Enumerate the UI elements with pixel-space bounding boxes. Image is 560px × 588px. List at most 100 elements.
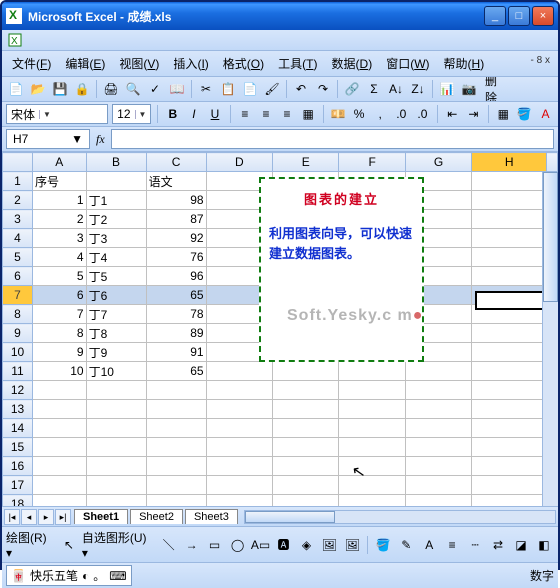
cell[interactable] (206, 305, 272, 324)
cell[interactable] (339, 495, 405, 507)
cell[interactable]: 丁5 (86, 267, 146, 286)
col-header-F[interactable]: F (339, 153, 405, 172)
cell[interactable] (206, 191, 272, 210)
menu-format[interactable]: 格式(O) (217, 53, 270, 74)
save-icon[interactable]: 💾 (50, 79, 70, 99)
fx-icon[interactable]: fx (96, 132, 105, 147)
cell[interactable] (146, 495, 206, 507)
cell[interactable] (339, 210, 405, 229)
menu-file[interactable]: 文件(F) (6, 53, 57, 74)
cell[interactable] (472, 229, 547, 248)
cell[interactable] (405, 210, 471, 229)
cell[interactable] (146, 419, 206, 438)
col-header-C[interactable]: C (146, 153, 206, 172)
cell[interactable]: 76 (146, 248, 206, 267)
cell[interactable]: 2 (33, 210, 87, 229)
cell[interactable]: 92 (146, 229, 206, 248)
cell[interactable]: 4 (33, 248, 87, 267)
cell[interactable]: 丁8 (86, 324, 146, 343)
inc-indent-icon[interactable]: ⇥ (465, 104, 482, 124)
font-color-icon[interactable]: A (537, 104, 554, 124)
table-row[interactable]: 43丁392 (3, 229, 558, 248)
cell[interactable]: 65 (146, 286, 206, 305)
cell[interactable] (405, 343, 471, 362)
ime-keyboard-icon[interactable]: ⌨ (109, 569, 126, 583)
vertical-scrollbar[interactable] (542, 172, 558, 506)
align-center-icon[interactable]: ≡ (257, 104, 274, 124)
redo-icon[interactable]: ↷ (313, 79, 333, 99)
cell[interactable] (272, 400, 338, 419)
cell[interactable] (472, 286, 547, 305)
table-row[interactable]: 98丁889 (3, 324, 558, 343)
cell[interactable] (272, 191, 338, 210)
cell[interactable] (86, 400, 146, 419)
close-button[interactable]: × (532, 6, 554, 26)
font-color2-icon[interactable]: A (419, 535, 439, 555)
cell[interactable] (146, 381, 206, 400)
doc-window-controls[interactable]: - 8 x (527, 53, 554, 74)
line-icon[interactable]: ＼ (159, 535, 179, 555)
delete-button[interactable]: 删除 (481, 79, 509, 99)
cell[interactable] (206, 362, 272, 381)
col-header-A[interactable]: A (33, 153, 87, 172)
table-row[interactable]: 21丁198 (3, 191, 558, 210)
percent-icon[interactable]: % (351, 104, 368, 124)
link-icon[interactable]: 🔗 (342, 79, 362, 99)
cell[interactable] (405, 229, 471, 248)
cell[interactable] (206, 248, 272, 267)
cell[interactable] (272, 381, 338, 400)
dec-indent-icon[interactable]: ⇤ (444, 104, 461, 124)
sort-desc-icon[interactable]: Z↓ (408, 79, 428, 99)
cell[interactable] (272, 438, 338, 457)
cell[interactable] (33, 476, 87, 495)
cell[interactable]: 丁7 (86, 305, 146, 324)
table-row[interactable]: 16 (3, 457, 558, 476)
cell[interactable] (339, 229, 405, 248)
table-row[interactable]: 1序号语文 (3, 172, 558, 191)
cell[interactable] (472, 191, 547, 210)
menu-help[interactable]: 帮助(H) (438, 53, 491, 74)
cell[interactable] (272, 305, 338, 324)
cell[interactable]: 65 (146, 362, 206, 381)
cell[interactable] (472, 438, 547, 457)
align-right-icon[interactable]: ≡ (279, 104, 296, 124)
table-row[interactable]: 1110丁1065 (3, 362, 558, 381)
shadow-icon[interactable]: ◪ (511, 535, 531, 555)
ime-indicator[interactable]: 🀄 快乐五笔 ◐ 。 ⌨ (6, 565, 132, 586)
open-icon[interactable]: 📂 (28, 79, 48, 99)
cell[interactable] (405, 419, 471, 438)
cell[interactable] (272, 324, 338, 343)
cell[interactable] (472, 210, 547, 229)
cell[interactable] (272, 286, 338, 305)
cell[interactable] (206, 172, 272, 191)
autosum-icon[interactable]: Σ (364, 79, 384, 99)
row-header[interactable]: 5 (3, 248, 33, 267)
row-header[interactable]: 9 (3, 324, 33, 343)
cell[interactable] (472, 267, 547, 286)
cell[interactable] (472, 495, 547, 507)
cell[interactable] (472, 248, 547, 267)
menu-data[interactable]: 数据(D) (326, 53, 379, 74)
row-header[interactable]: 12 (3, 381, 33, 400)
cell[interactable] (339, 172, 405, 191)
cell[interactable] (405, 191, 471, 210)
cell[interactable]: 10 (33, 362, 87, 381)
cell[interactable] (339, 305, 405, 324)
clipart-icon[interactable]: 🖼 (319, 535, 339, 555)
row-header[interactable]: 7 (3, 286, 33, 305)
rect-icon[interactable]: ▭ (205, 535, 225, 555)
horizontal-scrollbar[interactable] (244, 510, 556, 524)
cell[interactable]: 3 (33, 229, 87, 248)
cell[interactable]: 丁3 (86, 229, 146, 248)
cell[interactable]: 98 (146, 191, 206, 210)
cell[interactable] (339, 267, 405, 286)
row-header[interactable]: 18 (3, 495, 33, 507)
copy-icon[interactable]: 📋 (218, 79, 238, 99)
fill-color-icon[interactable]: 🪣 (516, 104, 533, 124)
cell[interactable] (339, 476, 405, 495)
cell[interactable] (206, 438, 272, 457)
cell[interactable] (272, 476, 338, 495)
menu-insert[interactable]: 插入(I) (167, 53, 214, 74)
cell[interactable] (472, 343, 547, 362)
row-header[interactable]: 3 (3, 210, 33, 229)
